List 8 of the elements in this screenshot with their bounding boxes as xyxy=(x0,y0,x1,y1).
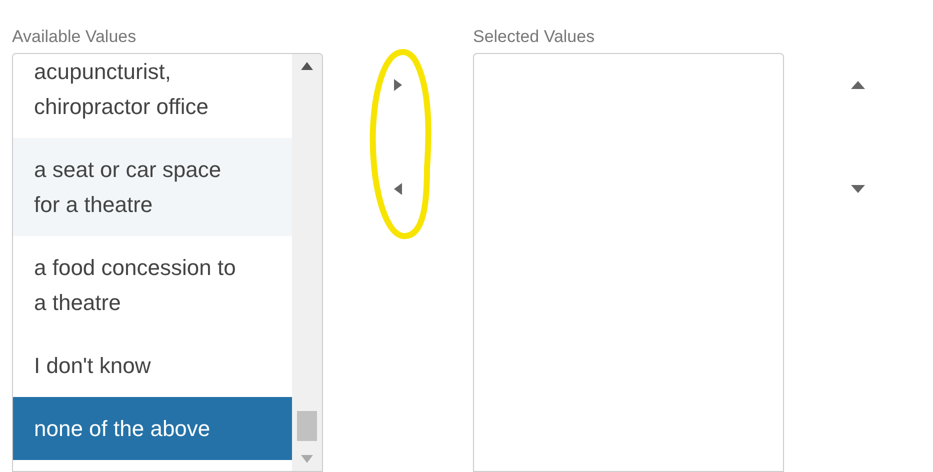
list-item[interactable]: none of the above xyxy=(13,396,292,460)
scrollbar-thumb[interactable] xyxy=(296,411,317,441)
list-label: Selected Values xyxy=(472,26,596,48)
list-label: Available Values xyxy=(12,26,138,48)
scrollbar[interactable] xyxy=(292,54,322,471)
available-list[interactable]: acupuncturist, chiropractor office a seat or car space for a theatre a food concession to a theatre I don't know none of the above xyxy=(12,52,323,472)
scroll-up-icon[interactable] xyxy=(300,62,313,70)
list-item[interactable]: a seat or car space for a theatre xyxy=(13,138,292,236)
